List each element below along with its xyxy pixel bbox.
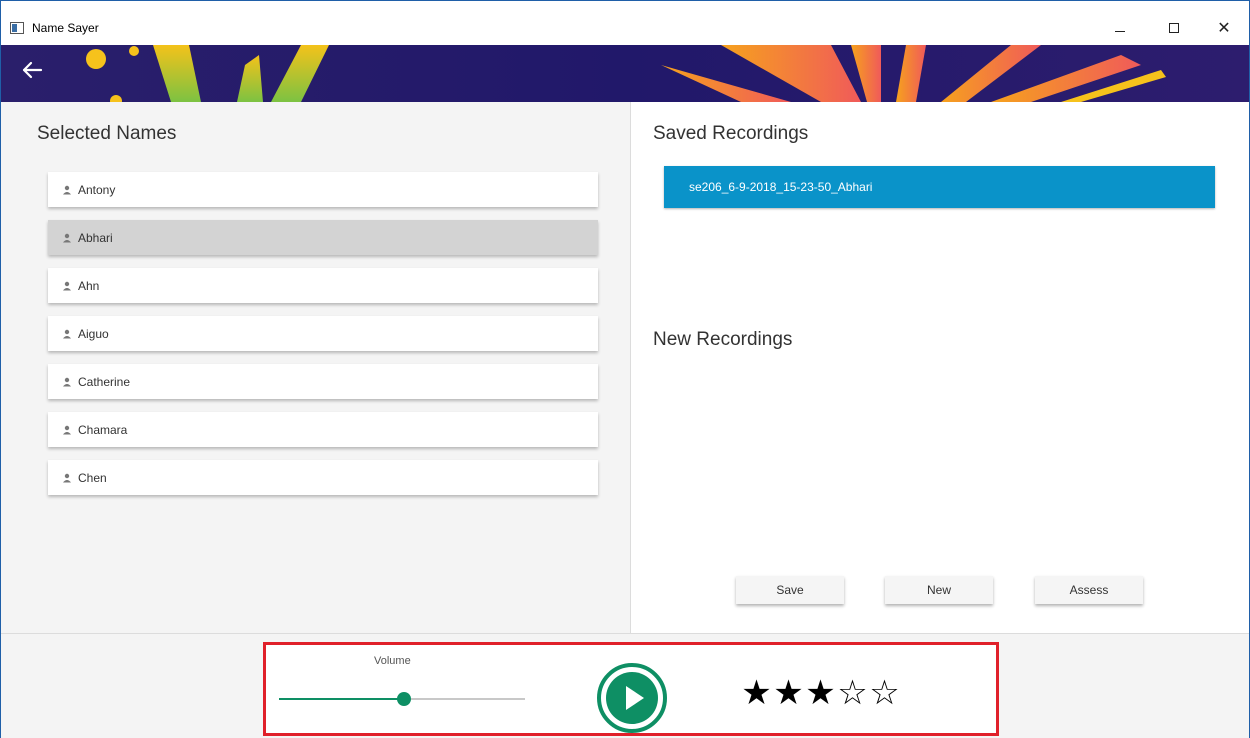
header-banner: [1, 45, 1249, 102]
name-list-item-label: Ahn: [78, 278, 100, 293]
star-filled-icon[interactable]: ★: [741, 673, 772, 713]
person-icon: [63, 281, 71, 290]
minimize-icon: [1115, 30, 1125, 32]
person-icon: [63, 233, 71, 242]
name-list-item-label: Catherine: [78, 374, 131, 389]
name-list-item-label: Aiguo: [78, 326, 109, 341]
maximize-button[interactable]: [1151, 13, 1197, 43]
person-icon: [63, 185, 71, 194]
star-empty-icon[interactable]: ☆: [869, 673, 900, 713]
close-icon: ✕: [1217, 20, 1231, 37]
name-list-item-label: Abhari: [78, 230, 113, 245]
selected-names-title: Selected Names: [37, 123, 177, 144]
saved-recording-item[interactable]: se206_6-9-2018_15-23-50_Abhari: [664, 166, 1215, 208]
new-button[interactable]: New: [885, 576, 993, 604]
volume-slider-fill: [279, 698, 402, 700]
close-button[interactable]: ✕: [1201, 13, 1247, 43]
rating-stars[interactable]: ★ ★ ★ ☆ ☆: [741, 673, 900, 713]
selected-names-list: Antony Abhari Ahn Aiguo Catherine Chamara Chen: [48, 172, 598, 508]
volume-label: Volume: [374, 655, 411, 667]
person-icon: [63, 329, 71, 338]
person-icon: [63, 425, 71, 434]
name-list-item[interactable]: Chamara: [48, 412, 598, 447]
player-bar: Volume ★ ★ ★ ☆ ☆: [1, 633, 1249, 738]
name-list-item[interactable]: Catherine: [48, 364, 598, 399]
play-icon: [597, 663, 667, 733]
selected-names-panel: Selected Names Antony Abhari Ahn Aiguo Cathe…: [1, 102, 631, 633]
saved-recordings-title: Saved Recordings: [653, 123, 809, 144]
star-filled-icon[interactable]: ★: [773, 673, 804, 713]
app-window: Name Sayer ✕ Selected Names Antony Abhar…: [0, 0, 1250, 738]
name-list-item[interactable]: Aiguo: [48, 316, 598, 351]
name-list-item-label: Chamara: [78, 422, 128, 437]
back-button[interactable]: [21, 59, 51, 89]
player-controls-highlight: Volume ★ ★ ★ ☆ ☆: [263, 642, 999, 736]
name-list-item[interactable]: Antony: [48, 172, 598, 207]
app-window-icon: [10, 22, 24, 34]
assess-button[interactable]: Assess: [1035, 576, 1143, 604]
recordings-panel: Saved Recordings se206_6-9-2018_15-23-50…: [632, 102, 1249, 633]
person-icon: [63, 473, 71, 482]
name-list-item-label: Antony: [78, 182, 116, 197]
save-button[interactable]: Save: [736, 576, 844, 604]
volume-slider-thumb[interactable]: [397, 692, 411, 706]
name-list-item[interactable]: Ahn: [48, 268, 598, 303]
arrow-left-icon: [22, 61, 43, 79]
name-list-item-label: Chen: [78, 470, 107, 485]
volume-slider[interactable]: [279, 689, 525, 709]
maximize-icon: [1169, 23, 1179, 33]
banner-decoration: [86, 45, 1166, 102]
minimize-button[interactable]: [1097, 13, 1143, 43]
new-recordings-title: New Recordings: [653, 329, 793, 350]
star-filled-icon[interactable]: ★: [805, 673, 836, 713]
name-list-item[interactable]: Abhari: [48, 220, 598, 255]
title-bar: Name Sayer ✕: [1, 1, 1249, 45]
play-button[interactable]: [596, 662, 668, 734]
person-icon: [63, 377, 71, 386]
star-empty-icon[interactable]: ☆: [837, 673, 868, 713]
window-title: Name Sayer: [32, 21, 99, 35]
name-list-item[interactable]: Chen: [48, 460, 598, 495]
